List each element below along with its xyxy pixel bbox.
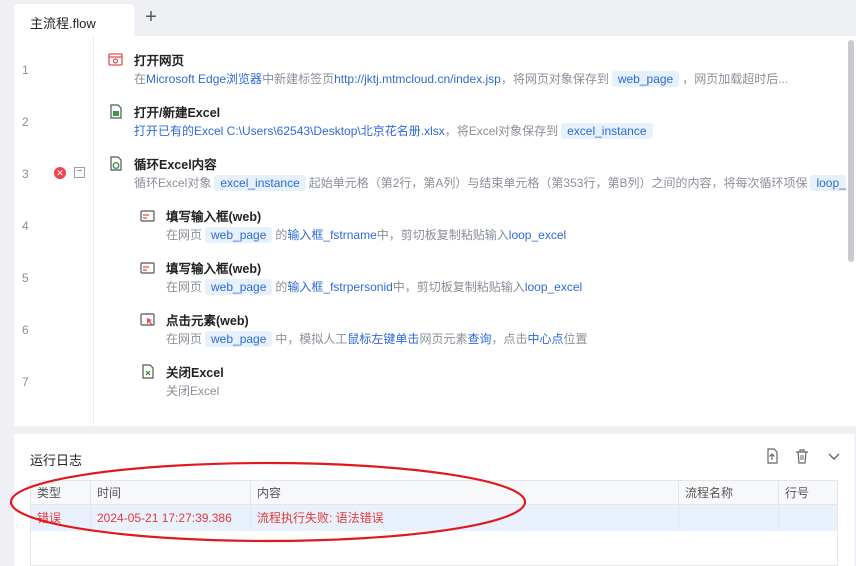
variable-tag: excel_instance — [561, 123, 653, 139]
step-description: 关闭Excel — [166, 384, 220, 398]
step-fill-input-personid[interactable]: 填写输入框(web) 在网页 web_page 的输入框_fstrpersonid中… — [140, 258, 840, 308]
tab-label: 主流程.flow — [30, 16, 96, 31]
step-description: 在网页 web_page 的输入框_fstrpersonid中，剪切板复制粘贴输入l… — [166, 279, 583, 295]
line-number: 2 — [22, 115, 29, 129]
step-description: 在Microsoft Edge浏览器中新建标签页http://jktj.mtmc… — [134, 71, 789, 87]
input-fill-icon — [140, 262, 155, 274]
log-flow-name — [679, 505, 779, 531]
flow-editor: 1 2 3 ✕ − 4 5 6 7 打开网页 在Microsoft Edge浏览… — [14, 36, 856, 426]
log-line-number — [779, 505, 837, 531]
variable-tag: web_page — [205, 279, 273, 295]
step-open-excel[interactable]: 打开/新建Excel 打开已有的Excel C:\Users\62543\Des… — [108, 102, 838, 152]
error-icon[interactable]: ✕ — [54, 167, 66, 179]
excel-loop-icon — [110, 156, 122, 171]
log-toolbar — [764, 448, 844, 466]
step-title: 关闭Excel — [166, 366, 224, 380]
input-fill-icon — [140, 210, 155, 222]
excel-open-icon — [110, 104, 122, 119]
step-description: 打开已有的Excel C:\Users\62543\Desktop\北京花名册.… — [134, 122, 656, 139]
line-number: 3 — [22, 167, 29, 181]
step-close-excel[interactable]: 关闭Excel 关闭Excel — [140, 362, 840, 412]
line-number: 4 — [22, 219, 29, 233]
step-title: 填写输入框(web) — [166, 210, 262, 224]
tab-main-flow[interactable]: 主流程.flow — [14, 4, 134, 36]
chevron-down-icon[interactable] — [826, 448, 842, 464]
plus-icon[interactable]: + — [142, 7, 160, 27]
browser-icon — [108, 53, 123, 66]
line-number: 6 — [22, 323, 29, 337]
column-header[interactable]: 类型 — [31, 481, 91, 505]
step-title: 打开网页 — [134, 54, 185, 68]
collapse-icon[interactable]: − — [74, 167, 85, 178]
step-title: 填写输入框(web) — [166, 262, 262, 276]
variable-tag: excel_instance — [214, 175, 306, 191]
step-open-webpage[interactable]: 打开网页 在Microsoft Edge浏览器中新建标签页http://jktj… — [108, 50, 838, 100]
column-header[interactable]: 时间 — [91, 481, 251, 505]
step-description: 循环Excel对象 excel_instance 起始单元格（第2行，第A列）与结束… — [134, 174, 856, 191]
line-number: 7 — [22, 375, 29, 389]
log-type: 错误 — [31, 505, 91, 531]
log-table: 类型 时间 内容 流程名称 行号 错误 2024-05-21 17:27:39.… — [30, 480, 838, 566]
step-loop-excel[interactable]: 循环Excel内容 循环Excel对象 excel_instance 起始单元格（第… — [108, 154, 855, 204]
column-header[interactable]: 行号 — [779, 481, 837, 505]
step-fill-input-name[interactable]: 填写输入框(web) 在网页 web_page 的输入框_fstrname中，剪切板… — [140, 206, 840, 256]
line-gutter: 1 2 3 ✕ − 4 5 6 7 — [14, 36, 94, 426]
tab-bar: 主流程.flow + — [0, 0, 856, 36]
log-time: 2024-05-21 17:27:39.386 — [91, 505, 251, 531]
log-content: 流程执行失败: 语法错误 — [251, 505, 679, 531]
step-description: 在网页 web_page 的输入框_fstrname中，剪切板复制粘贴输入loop_… — [166, 227, 567, 243]
column-header[interactable]: 流程名称 — [679, 481, 779, 505]
excel-close-icon — [142, 364, 154, 379]
log-table-header: 类型 时间 内容 流程名称 行号 — [31, 481, 837, 505]
variable-tag: web_page — [205, 331, 273, 347]
column-header[interactable]: 内容 — [251, 481, 679, 505]
log-title: 运行日志 — [30, 453, 83, 468]
run-log-panel: 运行日志 类型 时间 内容 流程名称 行号 错误 2024-05-21 17:2… — [14, 434, 854, 566]
editor-scrollbar[interactable] — [846, 36, 856, 426]
line-number: 1 — [22, 63, 29, 77]
step-description: 在网页 web_page 中，模拟人工鼠标左键单击网页元素查询，点击中心点位置 — [166, 331, 588, 347]
step-click-element[interactable]: 点击元素(web) 在网页 web_page 中，模拟人工鼠标左键单击网页元素查询，… — [140, 310, 840, 360]
variable-tag: web_page — [611, 71, 680, 87]
export-icon[interactable] — [764, 448, 780, 464]
table-row[interactable]: 错误 2024-05-21 17:27:39.386 流程执行失败: 语法错误 — [31, 505, 837, 531]
line-number: 5 — [22, 271, 29, 285]
scroll-thumb[interactable] — [848, 40, 854, 262]
step-title: 打开/新建Excel — [134, 106, 221, 120]
step-title: 循环Excel内容 — [134, 158, 217, 172]
click-element-icon — [140, 313, 155, 326]
step-title: 点击元素(web) — [166, 314, 249, 328]
variable-tag: web_page — [205, 227, 273, 243]
trash-icon[interactable] — [794, 448, 810, 464]
